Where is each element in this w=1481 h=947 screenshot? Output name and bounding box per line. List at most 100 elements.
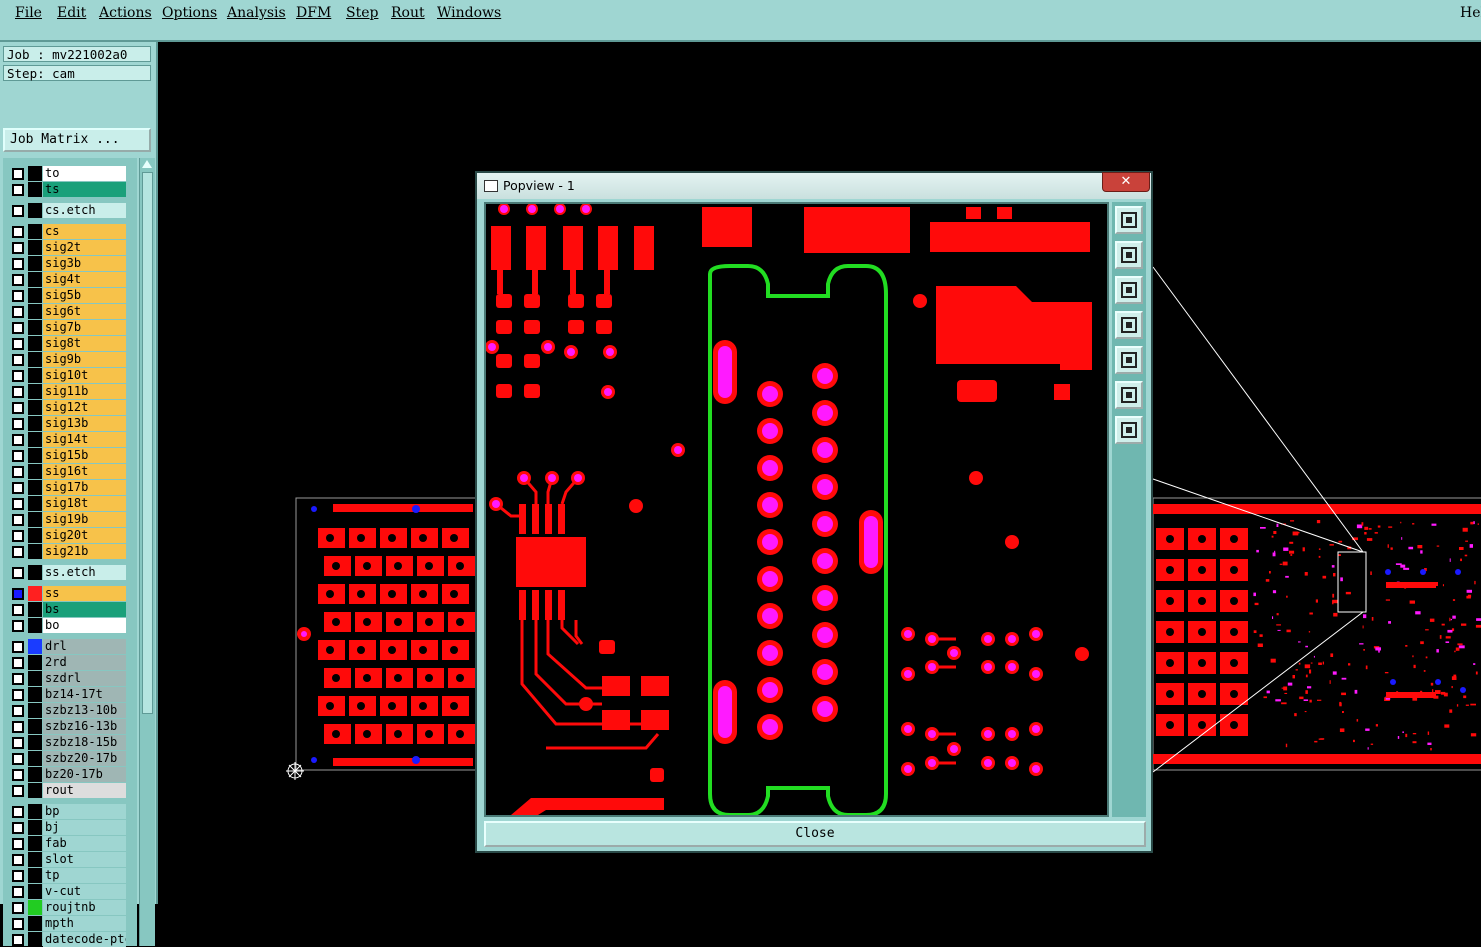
layer-color-swatch[interactable] (28, 384, 42, 399)
layer-row[interactable]: sig11b (6, 384, 126, 399)
scroll-thumb[interactable] (142, 172, 153, 714)
layer-name[interactable]: slot (43, 852, 126, 867)
layer-row[interactable]: sig20t (6, 528, 126, 543)
menu-windows[interactable]: Windows (437, 5, 501, 21)
layer-checkbox[interactable] (12, 354, 24, 366)
layer-checkbox[interactable] (12, 567, 24, 579)
layer-name[interactable]: sig15b (43, 448, 126, 463)
layer-row[interactable]: sig16t (6, 464, 126, 479)
layer-checkbox[interactable] (12, 226, 24, 238)
scroll-up-arrow-icon[interactable] (142, 160, 152, 168)
layer-color-swatch[interactable] (28, 464, 42, 479)
layer-checkbox[interactable] (12, 205, 24, 217)
layer-row[interactable]: drl (6, 639, 126, 654)
layer-color-swatch[interactable] (28, 884, 42, 899)
layer-name[interactable]: mpth (43, 916, 126, 931)
layer-color-swatch[interactable] (28, 916, 42, 931)
layer-row[interactable]: cs (6, 224, 126, 239)
layer-color-swatch[interactable] (28, 432, 42, 447)
layer-color-swatch[interactable] (28, 586, 42, 601)
layer-name[interactable]: sig8t (43, 336, 126, 351)
layer-checkbox[interactable] (12, 530, 24, 542)
layer-color-swatch[interactable] (28, 783, 42, 798)
layer-name[interactable]: bz14-17t (43, 687, 126, 702)
layer-name[interactable]: bp (43, 804, 126, 819)
layer-color-swatch[interactable] (28, 544, 42, 559)
layer-checkbox[interactable] (12, 934, 24, 946)
layer-color-swatch[interactable] (28, 751, 42, 766)
layer-row[interactable]: sig7b (6, 320, 126, 335)
layer-name[interactable]: cs.etch (43, 203, 126, 218)
layer-row[interactable]: sig9b (6, 352, 126, 367)
layer-color-swatch[interactable] (28, 288, 42, 303)
layer-checkbox[interactable] (12, 769, 24, 781)
layer-color-swatch[interactable] (28, 655, 42, 670)
layer-name[interactable]: cs (43, 224, 126, 239)
layer-checkbox[interactable] (12, 402, 24, 414)
menu-edit[interactable]: Edit (57, 5, 86, 21)
layer-name[interactable]: bo (43, 618, 126, 633)
menu-rout[interactable]: Rout (391, 5, 425, 21)
layer-row[interactable]: bp (6, 804, 126, 819)
layer-color-swatch[interactable] (28, 480, 42, 495)
layer-color-swatch[interactable] (28, 203, 42, 218)
menu-help[interactable]: Hel (1460, 5, 1481, 21)
layer-color-swatch[interactable] (28, 528, 42, 543)
layer-name[interactable]: ss.etch (43, 565, 126, 580)
layer-name[interactable]: sig7b (43, 320, 126, 335)
layer-name[interactable]: sig4t (43, 272, 126, 287)
layer-row[interactable]: tp (6, 868, 126, 883)
layer-name[interactable]: sig5b (43, 288, 126, 303)
layer-color-swatch[interactable] (28, 767, 42, 782)
zoom-home-icon[interactable] (1115, 416, 1143, 444)
layer-name[interactable]: bz20-17b (43, 767, 126, 782)
layer-row[interactable]: ss (6, 586, 126, 601)
layer-name[interactable]: sig10t (43, 368, 126, 383)
layer-checkbox[interactable] (12, 870, 24, 882)
layer-name[interactable]: sig19b (43, 512, 126, 527)
layer-color-swatch[interactable] (28, 304, 42, 319)
layer-list-scrollbar[interactable] (139, 158, 155, 946)
layer-row[interactable]: datecode-ptc (6, 932, 126, 947)
layer-color-swatch[interactable] (28, 618, 42, 633)
layer-checkbox[interactable] (12, 386, 24, 398)
layer-color-swatch[interactable] (28, 820, 42, 835)
layer-checkbox[interactable] (12, 450, 24, 462)
layer-color-swatch[interactable] (28, 272, 42, 287)
layer-checkbox[interactable] (12, 604, 24, 616)
layer-name[interactable]: drl (43, 639, 126, 654)
layer-color-swatch[interactable] (28, 719, 42, 734)
layer-row[interactable]: bz14-17t (6, 687, 126, 702)
layer-color-swatch[interactable] (28, 900, 42, 915)
menu-options[interactable]: Options (162, 5, 217, 21)
menu-actions[interactable]: Actions (99, 5, 152, 21)
layer-row[interactable]: sig12t (6, 400, 126, 415)
menu-dfm[interactable]: DFM (296, 5, 331, 21)
layer-row[interactable]: szbz13-10b (6, 703, 126, 718)
zoom-out-icon[interactable] (1115, 381, 1143, 409)
layer-row[interactable]: roujtnb (6, 900, 126, 915)
layer-row[interactable]: sig8t (6, 336, 126, 351)
layer-checkbox[interactable] (12, 753, 24, 765)
layer-checkbox[interactable] (12, 482, 24, 494)
layer-name[interactable]: v-cut (43, 884, 126, 899)
pan-left-icon[interactable] (1115, 311, 1143, 339)
layer-checkbox[interactable] (12, 370, 24, 382)
layer-color-swatch[interactable] (28, 352, 42, 367)
layer-row[interactable]: sig5b (6, 288, 126, 303)
layer-row[interactable]: bj (6, 820, 126, 835)
layer-row[interactable]: slot (6, 852, 126, 867)
layer-name[interactable]: szbz16-13b (43, 719, 126, 734)
layer-name[interactable]: sig21b (43, 544, 126, 559)
layer-checkbox[interactable] (12, 918, 24, 930)
layer-checkbox[interactable] (12, 274, 24, 286)
layer-row[interactable]: sig2t (6, 240, 126, 255)
layer-row[interactable]: ts (6, 182, 126, 197)
layer-name[interactable]: sig6t (43, 304, 126, 319)
job-matrix-button[interactable]: Job Matrix ... (3, 128, 151, 152)
layer-name[interactable]: datecode-ptc (43, 932, 126, 947)
layer-color-swatch[interactable] (28, 336, 42, 351)
layer-color-swatch[interactable] (28, 932, 42, 947)
layer-name[interactable]: sig11b (43, 384, 126, 399)
layer-checkbox[interactable] (12, 290, 24, 302)
